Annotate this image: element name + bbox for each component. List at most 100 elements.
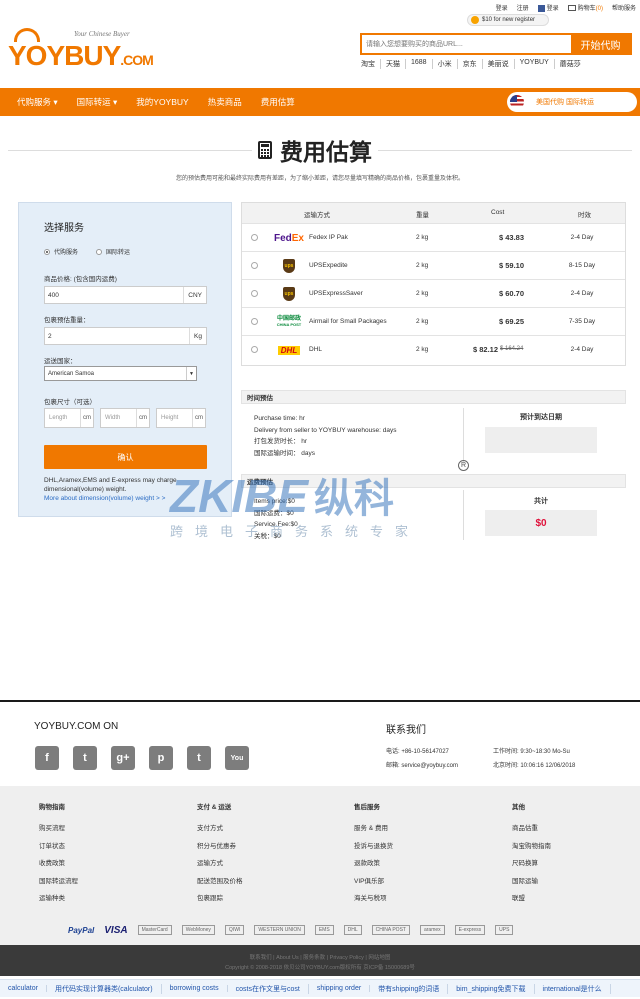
nav-item-purchase[interactable]: 代购服务 ▾	[17, 96, 58, 108]
tag-link[interactable]: costs在作文里与cost	[228, 983, 309, 994]
facebook-icon[interactable]: f	[35, 746, 59, 770]
row-radio[interactable]	[251, 290, 258, 297]
method-name: Airmail for Small Packages	[309, 318, 387, 325]
beijing-time: 北京时间: 10:06:16 12/06/2018	[493, 763, 576, 769]
nav-item-my-yoybuy[interactable]: 我的YOYBUY	[136, 96, 188, 108]
tag-link[interactable]: 带有shipping的词语	[370, 983, 449, 994]
shortcut-links: 淘宝 天猫 1688 小米 京东 美丽说 YOYBUY 蘑菇莎	[361, 59, 586, 69]
link-column: 售后服务 服务 & 费用 投诉与退换货 退款政策 VIP俱乐部 海关与税项	[354, 804, 393, 902]
shortcut-link[interactable]: 淘宝	[361, 59, 381, 69]
nav-item-forwarding[interactable]: 国际转运 ▾	[77, 96, 118, 108]
country-label: 运送国家：	[44, 358, 77, 365]
bottom-links[interactable]: 联系我们 | About Us | 服务条款 | Privacy Policy …	[0, 953, 640, 963]
footer-link[interactable]: 淘宝购物指南	[512, 840, 551, 850]
shortcut-link[interactable]: 1688	[406, 59, 433, 69]
footer-link[interactable]: 收费政策	[39, 857, 78, 867]
footer-link[interactable]: 运输种类	[39, 892, 78, 902]
page-subtitle: 您的预估费用可能和最终实际费用有差距，为了缩小差距，请您尽量填写精确的商品价格，…	[175, 176, 464, 182]
length-input[interactable]: Length cm	[44, 408, 94, 428]
qiwi-logo: QIWI	[224, 925, 245, 935]
radio-purchase[interactable]: 代购服务	[44, 247, 78, 256]
tag-link[interactable]: international是什么	[535, 983, 611, 994]
cart-link[interactable]: 购物车(0)	[567, 3, 603, 12]
us-service-pill[interactable]: 美国代购 国际转运	[507, 92, 637, 112]
shortcut-link[interactable]: 天猫	[381, 59, 406, 69]
arrival-date-box	[485, 427, 597, 453]
tag-link[interactable]: borrowing costs	[162, 985, 228, 992]
footer-link[interactable]: 国际转运流程	[39, 875, 78, 885]
shortcut-link[interactable]: 小米	[433, 59, 458, 69]
register-promo[interactable]: $10 for new register	[467, 14, 549, 26]
tag-link[interactable]: calculator	[0, 985, 47, 992]
tumblr-icon[interactable]: t	[187, 746, 211, 770]
footer-link[interactable]: 购买流程	[39, 822, 78, 832]
payment-logos: PayPal VISA MasterCard WebMoney QIWI WES…	[0, 915, 640, 945]
method-weight: 2 kg	[416, 318, 429, 325]
help-link[interactable]: 帮助服务	[612, 3, 636, 12]
ups-logo: UPS	[495, 925, 514, 935]
table-row[interactable]: FedEx Fedex IP Pak 2 kg $ 43.83 2-4 Day	[242, 223, 625, 251]
top-utility-links: 登录 注册 登录 购物车(0) 帮助服务	[496, 3, 636, 12]
nav-item-estimate[interactable]: 费用估算	[261, 96, 295, 108]
tag-link[interactable]: shipping order	[309, 985, 371, 992]
currency-unit: CNY	[183, 287, 206, 303]
footer-link[interactable]: 海关与税项	[354, 892, 393, 902]
original-price: $ 164.24	[500, 346, 524, 352]
width-input[interactable]: Width cm	[100, 408, 150, 428]
search-button[interactable]: 开始代购	[571, 35, 630, 53]
link-column: 购物指南 购买流程 订单状态 收费政策 国际转运流程 运输种类	[39, 804, 78, 902]
shortcut-link[interactable]: YOYBUY	[515, 59, 555, 69]
site-logo[interactable]: YOYBUY.COM Your Chinese Buyer	[8, 28, 158, 73]
row-radio[interactable]	[251, 234, 258, 241]
row-radio[interactable]	[251, 262, 258, 269]
facebook-login-link[interactable]: 登录	[537, 3, 559, 12]
table-row[interactable]: ups UPSExpressSaver 2 kg $ 60.70 2-4 Day	[242, 279, 625, 307]
nav-item-hot[interactable]: 热卖商品	[208, 96, 242, 108]
radio-forwarding[interactable]: 国际转运	[96, 247, 130, 256]
table-row[interactable]: ups UPSExpedite 2 kg $ 59.10 8-15 Day	[242, 251, 625, 279]
footer-link[interactable]: 服务 & 费用	[354, 822, 393, 832]
footer-link[interactable]: 配送范围及价格	[197, 875, 243, 885]
footer-link[interactable]: 订单状态	[39, 840, 78, 850]
footer-link[interactable]: 运输方式	[197, 857, 243, 867]
weight-input[interactable]: 2 Kg	[44, 327, 207, 345]
tag-link[interactable]: bim_shipping免费下载	[448, 983, 535, 994]
table-row[interactable]: DHL DHL 2 kg $ 82.12 $ 164.24 2-4 Day	[242, 335, 625, 363]
country-select[interactable]: American Samoa ▼	[44, 366, 197, 381]
shortcut-link[interactable]: 京东	[458, 59, 483, 69]
method-weight: 2 kg	[416, 234, 429, 241]
footer-link[interactable]: 国际运输	[512, 875, 551, 885]
footer-link[interactable]: VIP俱乐部	[354, 875, 393, 885]
footer-link[interactable]: 退款政策	[354, 857, 393, 867]
footer-link[interactable]: 支付方式	[197, 822, 243, 832]
pinterest-icon[interactable]: p	[149, 746, 173, 770]
footer-link[interactable]: 联盟	[512, 892, 551, 902]
registered-mark: R	[458, 460, 469, 471]
google-plus-icon[interactable]: g+	[111, 746, 135, 770]
method-price: $ 59.10	[498, 261, 524, 270]
dhl-logo: DHL	[343, 925, 362, 935]
height-input[interactable]: Height cm	[156, 408, 206, 428]
row-radio[interactable]	[251, 346, 258, 353]
price-input[interactable]: 400 CNY	[44, 286, 207, 304]
tag-link[interactable]: 用代码实现计算器类(calculator)	[47, 983, 162, 994]
contact-title: 联系我们	[386, 725, 426, 736]
row-radio[interactable]	[251, 318, 258, 325]
footer-link[interactable]: 包裹跟踪	[197, 892, 243, 902]
youtube-icon[interactable]: You	[225, 746, 249, 770]
divider	[463, 408, 464, 464]
shortcut-link[interactable]: 美丽说	[483, 59, 515, 69]
login-link[interactable]: 登录	[496, 3, 508, 12]
us-flag-icon	[510, 95, 524, 109]
method-time: 7-35 Day	[568, 318, 596, 325]
footer-link[interactable]: 投诉与退换货	[354, 840, 393, 850]
footer-link[interactable]: 商品估重	[512, 822, 551, 832]
table-row[interactable]: 中国邮政 CHINA POST Airmail for Small Package…	[242, 307, 625, 335]
shortcut-link[interactable]: 蘑菇莎	[555, 59, 586, 69]
footer-link[interactable]: 尺码换算	[512, 857, 551, 867]
twitter-icon[interactable]: t	[73, 746, 97, 770]
footer-brand: YOYBUY.COM ON	[34, 721, 119, 732]
search-input[interactable]	[362, 35, 571, 53]
register-link[interactable]: 注册	[517, 3, 529, 12]
footer-link[interactable]: 积分与优惠券	[197, 840, 243, 850]
